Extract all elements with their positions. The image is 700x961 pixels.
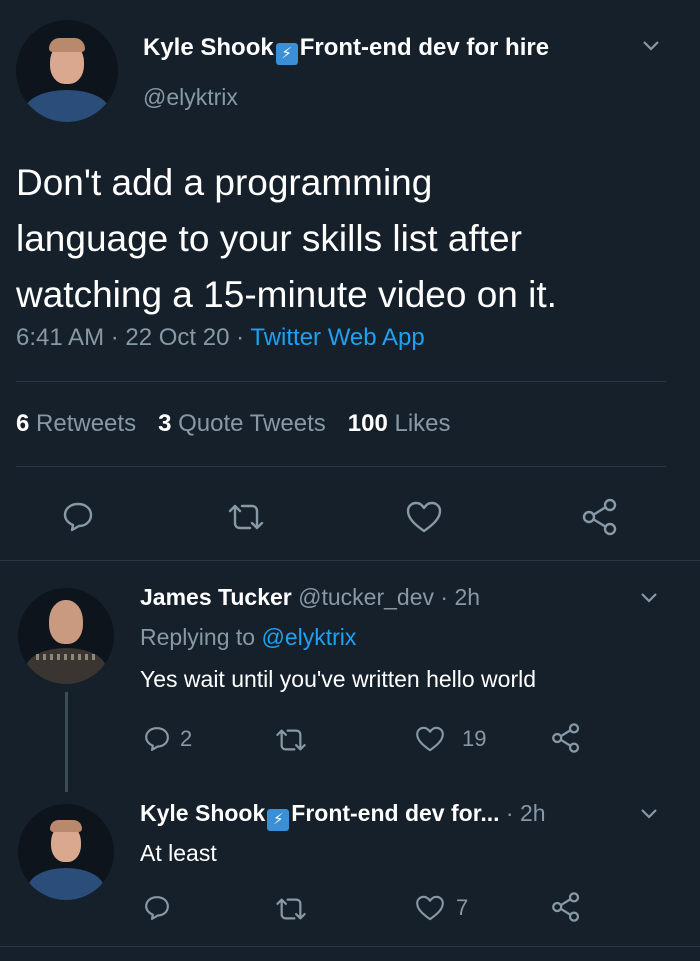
- meta-separator: ·: [229, 324, 251, 351]
- reply-author-name[interactable]: James Tucker: [140, 584, 292, 610]
- reply-avatar[interactable]: [18, 588, 114, 684]
- chevron-down-icon[interactable]: [642, 40, 660, 52]
- author-bio: Front-end dev for hire: [299, 34, 550, 61]
- replying-handle[interactable]: @elyktrix: [261, 624, 356, 650]
- tweet-time[interactable]: 6:41 AM: [16, 324, 104, 351]
- divider: [16, 466, 666, 467]
- reply-count: 2: [180, 726, 193, 751]
- heart-icon[interactable]: [414, 893, 446, 923]
- tweet-date[interactable]: 22 Oct 20: [125, 324, 229, 351]
- tweet-text: Don't add a programming language to your…: [16, 155, 557, 323]
- meta-separator: ·: [104, 324, 126, 351]
- replying-label: Replying to: [140, 624, 256, 650]
- reply-avatar[interactable]: [18, 804, 114, 900]
- author-name[interactable]: Kyle Shook: [143, 34, 274, 61]
- likes-count: 100: [347, 410, 388, 437]
- quotes-stat[interactable]: 3 Quote Tweets: [158, 410, 326, 437]
- likes-stat[interactable]: 100 Likes: [348, 410, 451, 437]
- reply-author-handle[interactable]: @tucker_dev: [298, 584, 434, 610]
- like-count: 19: [462, 726, 487, 751]
- tweet-source[interactable]: Twitter Web App: [250, 324, 424, 351]
- main-tweet-avatar[interactable]: [16, 20, 118, 122]
- lightning-bolt-icon: ⚡: [275, 43, 298, 65]
- tweet-text-line: Don't add a programming: [16, 162, 433, 203]
- heart-icon[interactable]: [414, 724, 446, 754]
- author-handle[interactable]: @elyktrix: [143, 84, 238, 111]
- reply-header: James Tucker @tucker_dev · 2h: [140, 584, 480, 611]
- reply-author-name[interactable]: Kyle Shook: [140, 800, 265, 826]
- tweet-stats: 6 Retweets 3 Quote Tweets 100 Likes: [16, 410, 451, 438]
- quotes-label: Quote Tweets: [178, 410, 326, 437]
- share-icon[interactable]: [550, 722, 582, 754]
- quotes-count: 3: [158, 410, 172, 437]
- reply-author-bio: Front-end dev for...: [291, 800, 500, 826]
- divider: [16, 381, 666, 382]
- reply-time[interactable]: 2h: [520, 800, 546, 826]
- tweet-text-line: language to your skills list after: [16, 218, 522, 259]
- chevron-down-icon[interactable]: [640, 592, 658, 604]
- meta-separator: ·: [433, 584, 455, 610]
- retweet-icon[interactable]: [274, 726, 308, 754]
- heart-icon[interactable]: [404, 499, 444, 535]
- replying-to: Replying to @elyktrix: [140, 624, 356, 651]
- tweet-text-line: watching a 15-minute video on it.: [16, 274, 557, 315]
- lightning-bolt-icon: ⚡: [267, 809, 290, 831]
- meta-separator: ·: [499, 800, 520, 826]
- share-icon[interactable]: [580, 497, 620, 537]
- reply-icon[interactable]: [142, 724, 172, 754]
- chevron-down-icon[interactable]: [640, 808, 658, 820]
- retweets-stat[interactable]: 6 Retweets: [16, 410, 136, 437]
- reply-text: Yes wait until you've written hello worl…: [140, 666, 537, 692]
- tweet-meta: 6:41 AM · 22 Oct 20 · Twitter Web App: [16, 324, 425, 352]
- retweets-count: 6: [16, 410, 30, 437]
- retweet-icon[interactable]: [226, 501, 266, 533]
- reply-icon[interactable]: [142, 893, 172, 923]
- thread-line: [65, 692, 68, 792]
- retweet-icon[interactable]: [274, 895, 308, 923]
- like-count: 7: [456, 895, 469, 920]
- divider: [0, 946, 700, 947]
- reply-text: At least: [140, 840, 217, 866]
- retweets-label: Retweets: [36, 410, 137, 437]
- divider: [0, 560, 700, 561]
- reply-icon[interactable]: [60, 499, 96, 535]
- reply-time[interactable]: 2h: [454, 584, 480, 610]
- reply-header: Kyle Shook ⚡ Front-end dev for... · 2h: [140, 800, 546, 831]
- likes-label: Likes: [394, 410, 451, 437]
- share-icon[interactable]: [550, 891, 582, 923]
- main-tweet-author-line[interactable]: Kyle Shook ⚡ Front-end dev for hire: [143, 34, 549, 65]
